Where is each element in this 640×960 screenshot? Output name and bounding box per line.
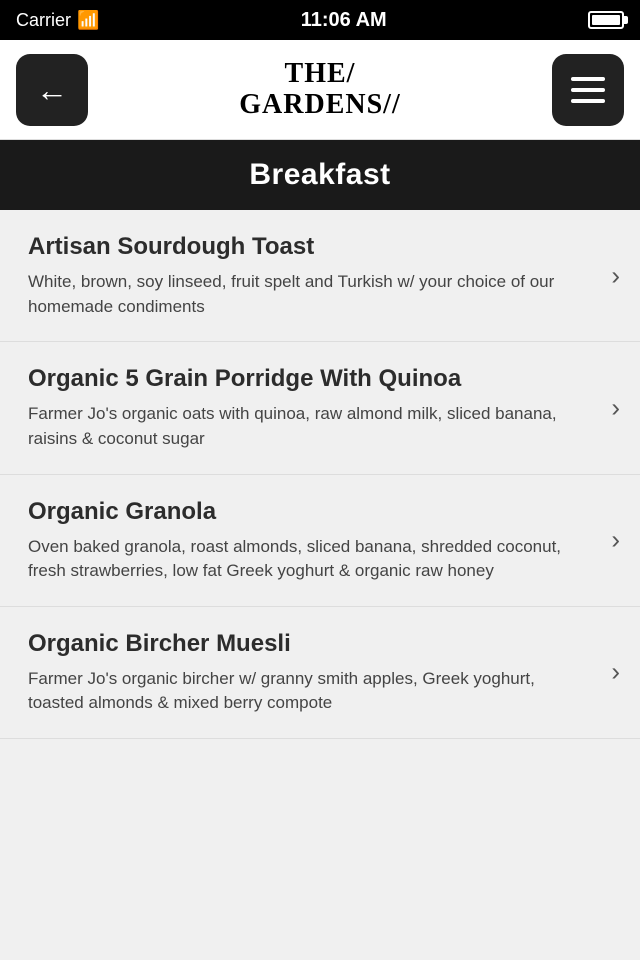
nav-bar: ← THE/ GARDENS// — [0, 40, 640, 140]
carrier-wifi: Carrier 📶 — [16, 10, 99, 31]
menu-item-description: Farmer Jo's organic oats with quinoa, ra… — [28, 402, 580, 451]
chevron-right-icon: › — [611, 260, 620, 291]
menu-button[interactable] — [552, 54, 624, 126]
back-button[interactable]: ← — [16, 54, 88, 126]
battery-indicator — [588, 11, 624, 29]
menu-item-title: Organic Granola — [28, 497, 580, 527]
chevron-right-icon: › — [611, 392, 620, 423]
chevron-right-icon: › — [611, 525, 620, 556]
section-header: Breakfast — [0, 140, 640, 210]
logo-line1: THE/ — [239, 59, 400, 90]
battery-icon — [588, 11, 624, 29]
menu-item-title: Organic 5 Grain Porridge With Quinoa — [28, 364, 580, 394]
menu-item[interactable]: Organic 5 Grain Porridge With Quinoa Farm… — [0, 342, 640, 474]
back-arrow-icon: ← — [36, 74, 68, 106]
menu-item-title: Organic Bircher Muesli — [28, 629, 580, 659]
app-logo: THE/ GARDENS// — [239, 59, 400, 121]
menu-item[interactable]: Organic Bircher Muesli Farmer Jo's organi… — [0, 607, 640, 739]
menu-item[interactable]: Organic Granola Oven baked granola, roast… — [0, 475, 640, 607]
menu-item-description: Oven baked granola, roast almonds, slice… — [28, 535, 580, 584]
chevron-right-icon: › — [611, 657, 620, 688]
logo-line2: GARDENS// — [239, 90, 400, 121]
menu-item-description: White, brown, soy linseed, fruit spelt a… — [28, 270, 580, 319]
menu-item-title: Artisan Sourdough Toast — [28, 232, 580, 262]
status-bar: Carrier 📶 11:06 AM — [0, 0, 640, 40]
menu-icon — [571, 77, 605, 103]
battery-fill — [592, 15, 620, 25]
menu-list: Artisan Sourdough Toast White, brown, soy… — [0, 210, 640, 739]
status-time: 11:06 AM — [301, 9, 387, 32]
section-title: Breakfast — [249, 158, 390, 191]
carrier-label: Carrier — [16, 10, 71, 31]
menu-item-description: Farmer Jo's organic bircher w/ granny sm… — [28, 667, 580, 716]
menu-item[interactable]: Artisan Sourdough Toast White, brown, soy… — [0, 210, 640, 342]
wifi-icon: 📶 — [77, 10, 99, 31]
